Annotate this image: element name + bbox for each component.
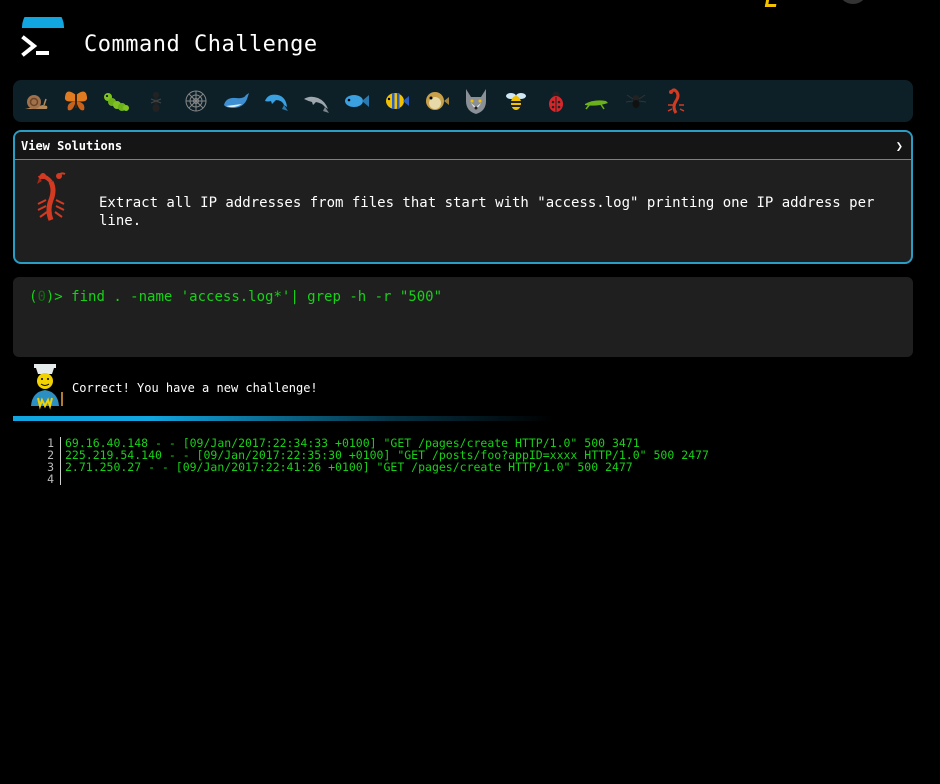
blowfish-icon[interactable] — [421, 86, 451, 116]
output-line: 3 2.71.250.27 - - [09/Jan/2017:22:41:26 +… — [38, 461, 709, 473]
challenge-description: Extract all IP addresses from files that… — [99, 195, 875, 229]
spider-web-icon[interactable] — [181, 86, 211, 116]
ladybug-icon[interactable] — [541, 86, 571, 116]
scorpion-icon — [37, 172, 66, 221]
dolphin-blue-icon[interactable] — [261, 86, 291, 116]
terminal-logo-icon — [21, 35, 49, 57]
page: Command Challenge View Solutions ❯ Extra… — [0, 0, 940, 784]
chevron-right-icon: ❯ — [895, 138, 903, 153]
challenge-creature-bar — [13, 80, 913, 122]
fish-icon[interactable] — [341, 86, 371, 116]
command-text: find . -name 'access.log*'| grep -h -r "… — [71, 289, 443, 305]
feedback-row: Correct! You have a new challenge! — [26, 364, 318, 410]
bee-icon[interactable] — [501, 86, 531, 116]
butterfly-icon[interactable] — [61, 86, 91, 116]
tropical-fish-icon[interactable] — [381, 86, 411, 116]
scorpion-icon[interactable] — [661, 86, 691, 116]
prompt-index: 0 — [37, 289, 46, 305]
line-text: 2.71.250.27 - - [09/Jan/2017:22:41:26 +0… — [65, 460, 633, 474]
wolf-icon[interactable] — [461, 86, 491, 116]
genie-icon — [31, 364, 63, 410]
top-accent-shape — [22, 17, 64, 28]
cricket-icon[interactable] — [581, 86, 611, 116]
snail-icon[interactable] — [21, 86, 51, 116]
output-line: 4 — [38, 473, 709, 485]
line-number: 4 — [38, 473, 61, 485]
line-text — [61, 473, 65, 485]
app-title: Command Challenge — [84, 32, 318, 57]
spider-icon[interactable] — [621, 86, 651, 116]
view-solutions-toggle[interactable]: View Solutions ❯ — [15, 132, 911, 160]
feedback-message: Correct! You have a new challenge! — [72, 381, 318, 395]
terminal-input[interactable]: (0)> find . -name 'access.log*'| grep -h… — [13, 277, 913, 357]
user-avatar[interactable] — [838, 0, 868, 4]
ant-icon[interactable] — [141, 86, 171, 116]
whale-icon[interactable] — [221, 86, 251, 116]
view-solutions-label: View Solutions — [21, 138, 123, 153]
progress-bar — [13, 416, 553, 421]
challenge-panel: View Solutions ❯ Extract all IP addresse… — [13, 130, 913, 264]
caterpillar-icon[interactable] — [101, 86, 131, 116]
top-badge-icon[interactable] — [764, 0, 779, 7]
prompt-close: )> — [45, 289, 63, 305]
dolphin-gray-icon[interactable] — [301, 86, 331, 116]
command-output: 1 69.16.40.148 - - [09/Jan/2017:22:34:33 … — [38, 437, 709, 485]
